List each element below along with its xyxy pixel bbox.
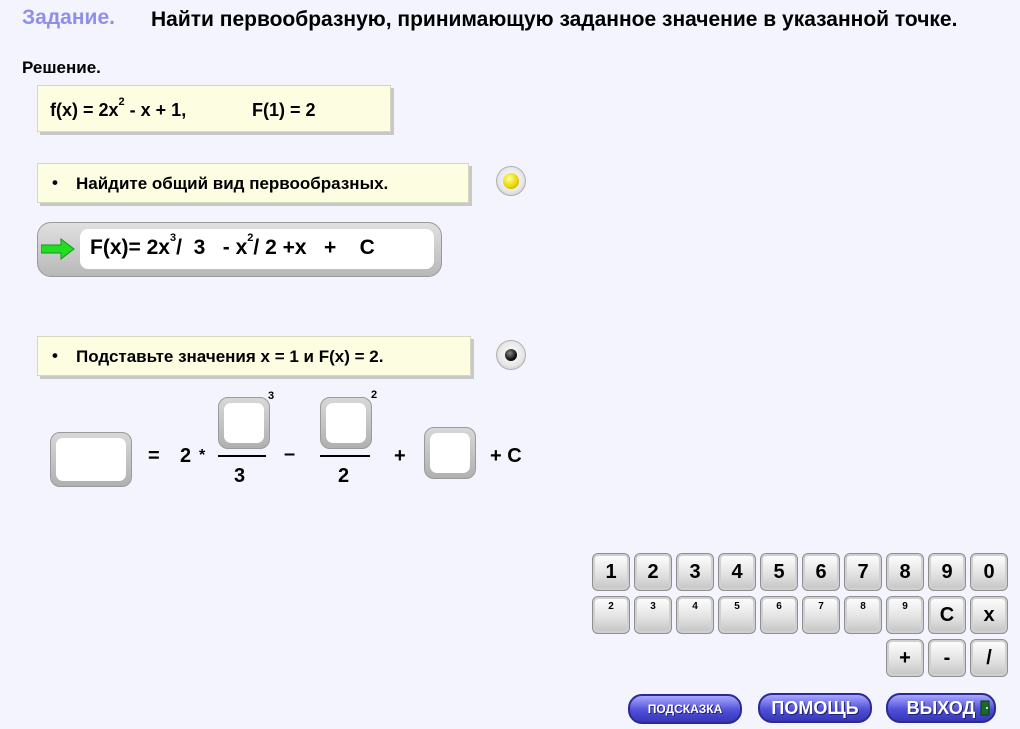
black-dot-icon (505, 349, 517, 361)
antiderivative-formula: F(x)= 2x3/ 3 - x2/ 2 +x + C (90, 232, 375, 260)
key-power-6[interactable]: 6 (760, 596, 798, 634)
key-power-4[interactable]: 4 (676, 596, 714, 634)
bullet: • (52, 346, 58, 365)
function-prefix: f(x) = 2x (50, 100, 119, 120)
denominator-3: 3 (234, 465, 246, 487)
answer-field: F(x)= 2x3/ 3 - x2/ 2 +x + C (80, 229, 434, 269)
condition: F(1) = 2 (252, 100, 316, 120)
key-minus[interactable]: - (928, 639, 966, 677)
exponent-3: 3 (268, 390, 275, 402)
x-input[interactable] (424, 427, 476, 479)
input-field[interactable] (430, 433, 470, 473)
key-power-7[interactable]: 7 (802, 596, 840, 634)
key-x[interactable]: x (970, 596, 1008, 634)
key-7[interactable]: 7 (844, 553, 882, 591)
key-clear[interactable]: C (928, 596, 966, 634)
task-text: Найти первообразную, принимающую заданно… (151, 8, 958, 31)
key-8[interactable]: 8 (886, 553, 924, 591)
key-6[interactable]: 6 (802, 553, 840, 591)
x-cubed-input[interactable] (218, 397, 270, 449)
formula-part-1: F(x)= 2x (90, 236, 170, 259)
antiderivative-answer-box: F(x)= 2x3/ 3 - x2/ 2 +x + C (37, 222, 442, 277)
function-exponent: 2 (118, 96, 125, 108)
help-button[interactable]: ПОМОЩЬ (758, 693, 872, 723)
f-value-input[interactable] (50, 432, 132, 487)
step-1-text: Найдите общий вид первообразных. (76, 174, 389, 193)
step-2-radio-button[interactable] (496, 340, 526, 370)
key-divide[interactable]: / (970, 639, 1008, 677)
bullet: • (52, 173, 58, 192)
key-power-8[interactable]: 8 (844, 596, 882, 634)
input-field[interactable] (56, 438, 126, 481)
formula-part-3: / 2 +x + C (253, 236, 375, 259)
key-power-3[interactable]: 3 (634, 596, 672, 634)
key-9[interactable]: 9 (928, 553, 966, 591)
key-1[interactable]: 1 (592, 553, 630, 591)
fraction-line (320, 455, 370, 457)
solution-label: Решение. (22, 58, 101, 77)
step-2-text: Подставьте значения x = 1 и F(x) = 2. (76, 347, 384, 366)
plus-sign: + (394, 445, 406, 467)
key-plus[interactable]: + (886, 639, 924, 677)
task-label: Задание. (22, 6, 115, 29)
input-field[interactable] (326, 403, 366, 443)
exponent-2: 2 (371, 389, 378, 401)
key-4[interactable]: 4 (718, 553, 756, 591)
key-0[interactable]: 0 (970, 553, 1008, 591)
fraction-line (218, 455, 266, 457)
plus-constant: + C (490, 445, 522, 467)
door-icon (980, 700, 990, 716)
given-panel: f(x) = 2x2 - x + 1, F(1) = 2 (37, 85, 391, 132)
key-2[interactable]: 2 (634, 553, 672, 591)
step-1-panel: • Найдите общий вид первообразных. (37, 163, 469, 203)
formula-part-2: / 3 - x (176, 236, 248, 259)
exit-button[interactable]: ВЫХОД (886, 693, 996, 723)
minus-sign: – (284, 443, 296, 465)
times-sign: * (199, 447, 206, 464)
function-definition: f(x) = 2x2 - x + 1, (50, 96, 187, 121)
key-3[interactable]: 3 (676, 553, 714, 591)
denominator-2: 2 (338, 465, 350, 487)
function-suffix: - x + 1, (124, 100, 187, 120)
input-field[interactable] (224, 403, 264, 443)
key-power-2[interactable]: 2 (592, 596, 630, 634)
key-power-5[interactable]: 5 (718, 596, 756, 634)
step-2-panel: • Подставьте значения x = 1 и F(x) = 2. (37, 336, 471, 376)
exit-label: ВЫХОД (906, 698, 976, 718)
key-5[interactable]: 5 (760, 553, 798, 591)
x-squared-input[interactable] (320, 397, 372, 449)
formula-exponent-2: 2 (247, 232, 254, 244)
hint-button[interactable]: ПОДСКАЗКА (628, 694, 742, 724)
coefficient: 2 (180, 445, 192, 467)
yellow-dot-icon (503, 173, 519, 189)
equals-sign: = (148, 445, 160, 467)
green-arrow-icon (41, 237, 75, 261)
formula-exponent-1: 3 (169, 232, 177, 244)
step-1-radio-button[interactable] (496, 166, 526, 196)
key-power-9[interactable]: 9 (886, 596, 924, 634)
